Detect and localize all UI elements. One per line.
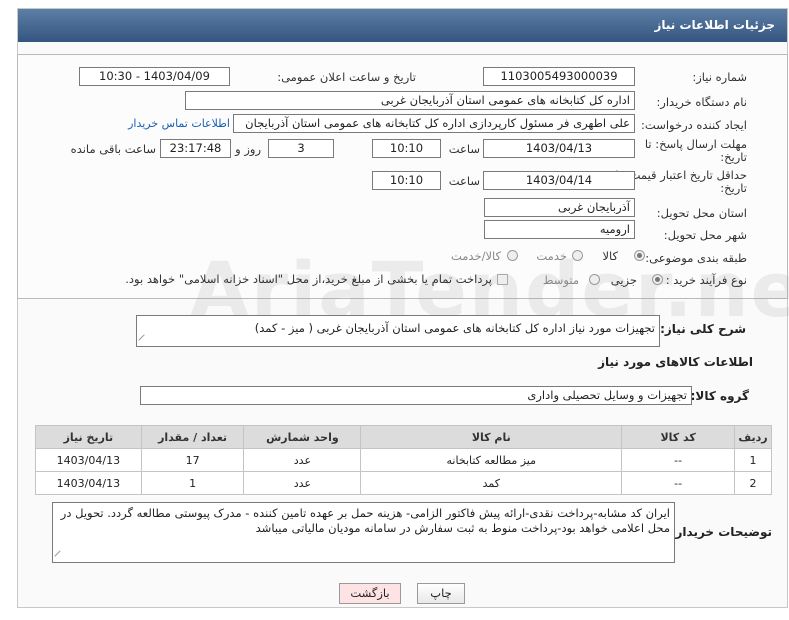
col-header-unit: واحد شمارش [243, 425, 362, 449]
process-option-minor: جزیی [610, 273, 637, 287]
validity-date-field[interactable]: 1403/04/14 [483, 171, 635, 190]
col-header-qty: تعداد / مقدار [140, 425, 245, 449]
cell-unit: عدد [243, 448, 362, 472]
cell-qty: 17 [140, 448, 245, 472]
page-header: جزئیات اطلاعات نیاز [18, 9, 787, 42]
treasury-checkbox[interactable] [497, 274, 508, 285]
need-number-label: شماره نیاز: [692, 70, 747, 84]
buyer-label: نام دستگاه خریدار: [656, 95, 747, 109]
validity-label: حداقل تاریخ اعتبار قیمت: تا [615, 168, 747, 182]
col-header-date: تاریخ نیاز [35, 425, 142, 449]
validity-time-field[interactable]: 10:10 [372, 171, 441, 190]
cell-unit: عدد [243, 471, 362, 495]
remaining-time-field[interactable]: 23:17:48 [160, 139, 231, 158]
print-button[interactable]: چاپ [417, 583, 465, 604]
reply-days-label: روز و [235, 142, 261, 156]
province-label: استان محل تحویل: [656, 206, 747, 220]
reply-date-field[interactable]: 1403/04/13 [483, 139, 635, 158]
remaining-time-label: ساعت باقی مانده [70, 142, 156, 156]
cell-date: 1403/04/13 [35, 471, 142, 495]
category-option-goods-service: کالا/خدمت [450, 249, 501, 263]
creator-field[interactable]: علی اطهری فر مسئول کارپردازی اداره کل کت… [233, 114, 635, 133]
city-field[interactable]: ارومیه [484, 220, 635, 239]
category-radio-service[interactable] [572, 250, 583, 261]
creator-label: ایجاد کننده درخواست: [641, 118, 747, 132]
process-radio-minor[interactable] [652, 274, 663, 285]
category-radio-goods-service[interactable] [507, 250, 518, 261]
goods-group-label: گروه کالا: [690, 389, 749, 403]
cell-name: کمد [360, 471, 623, 495]
table-row: 1 -- میز مطالعه کتابخانه عدد 17 1403/04/… [35, 448, 772, 472]
cell-qty: 1 [140, 471, 245, 495]
category-option-service: خدمت [536, 249, 567, 263]
col-header-name: نام کالا [360, 425, 623, 449]
buyer-notes-text: ایران کد مشابه-پرداخت نقدی-ارائه پیش فاک… [60, 506, 670, 535]
process-option-medium: متوسط [542, 273, 579, 287]
reply-deadline-label: مهلت ارسال پاسخ: تا [644, 137, 747, 151]
process-label: نوع فرآیند خرید : [665, 273, 747, 287]
buyer-field[interactable]: اداره کل کتابخانه های عمومی استان آذربای… [185, 91, 635, 110]
cell-date: 1403/04/13 [35, 448, 142, 472]
announce-field[interactable]: 1403/04/09 - 10:30 [79, 67, 230, 86]
validity-label-2: تاریخ: [720, 181, 747, 195]
goods-table: ردیف کد کالا نام کالا واحد شمارش تعداد /… [35, 425, 772, 495]
summary-field[interactable]: تجهیزات مورد نیاز اداره کل کتابخانه های … [136, 315, 660, 347]
resize-handle[interactable] [54, 550, 66, 562]
reply-days-field[interactable]: 3 [268, 139, 334, 158]
summary-label: شرح کلی نیاز: [660, 322, 746, 336]
treasury-note: پرداخت تمام یا بخشی از مبلغ خرید،از محل … [125, 272, 492, 286]
validity-time-label: ساعت [448, 174, 480, 188]
buyer-notes-label: توضیحات خریدار: [670, 525, 772, 539]
buyer-contact-link[interactable]: اطلاعات تماس خریدار [128, 117, 230, 130]
buyer-notes-field[interactable]: ایران کد مشابه-پرداخت نقدی-ارائه پیش فاک… [52, 502, 675, 563]
need-number-field[interactable]: 1103005493000039 [483, 67, 635, 86]
col-header-index: ردیف [734, 425, 772, 449]
cell-index: 1 [734, 448, 772, 472]
col-header-code: کد کالا [621, 425, 736, 449]
cell-code: -- [621, 448, 736, 472]
summary-text: تجهیزات مورد نیاز اداره کل کتابخانه های … [254, 321, 655, 335]
table-row: 2 -- کمد عدد 1 1403/04/13 [35, 471, 772, 495]
announce-label: تاریخ و ساعت اعلان عمومی: [277, 70, 416, 84]
reply-deadline-label-2: تاریخ: [720, 150, 747, 164]
category-label: طبقه بندی موضوعی: [645, 251, 747, 265]
cell-name: میز مطالعه کتابخانه [360, 448, 623, 472]
province-field[interactable]: آذربایجان غربی [484, 198, 635, 217]
city-label: شهر محل تحویل: [663, 228, 747, 242]
cell-code: -- [621, 471, 736, 495]
resize-handle[interactable] [138, 334, 150, 346]
category-option-goods: کالا [602, 249, 618, 263]
back-button[interactable]: بازگشت [339, 583, 401, 604]
goods-section-title: اطلاعات کالاهای مورد نیاز [598, 355, 753, 369]
reply-time-label: ساعت [448, 142, 480, 156]
goods-table-header: ردیف کد کالا نام کالا واحد شمارش تعداد /… [35, 425, 772, 449]
category-radio-goods[interactable] [634, 250, 645, 261]
cell-index: 2 [734, 471, 772, 495]
goods-group-field[interactable]: تجهیزات و وسایل تحصیلی واداری [140, 386, 692, 405]
reply-time-field[interactable]: 10:10 [372, 139, 441, 158]
process-radio-medium[interactable] [589, 274, 600, 285]
